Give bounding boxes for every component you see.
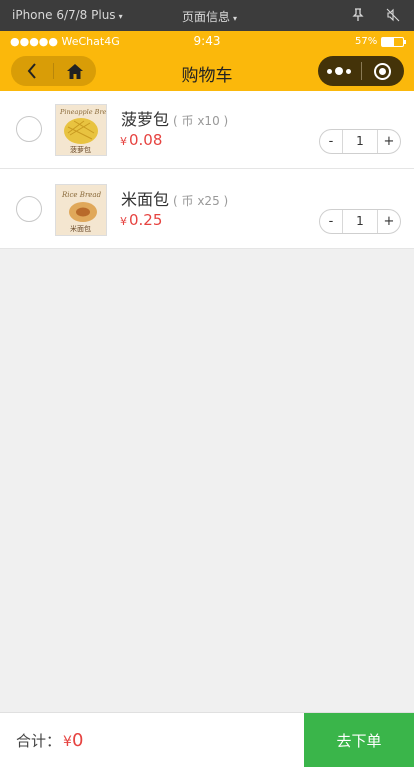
- simulator-toolbar: iPhone 6/7/8 Plus ▾ 页面信息 ▾: [0, 0, 414, 31]
- cart-list: Pineapple Bread 菠萝包 菠萝包( 币 x10 ) ¥0.08 -…: [0, 91, 414, 249]
- decrement-button[interactable]: -: [320, 210, 342, 233]
- caret-down-icon: ▾: [233, 14, 238, 23]
- product-image: Rice Bread 米面包: [55, 184, 107, 236]
- svg-text:米面包: 米面包: [70, 224, 91, 233]
- status-bar: ●●●●● WeChat4G 9:43 57%: [0, 31, 414, 51]
- currency-symbol: ¥: [120, 135, 127, 148]
- battery-fill: [382, 38, 394, 46]
- increment-button[interactable]: +: [378, 130, 400, 153]
- currency-symbol: ¥: [120, 215, 127, 228]
- total-amount: 0: [71, 730, 84, 751]
- quantity-stepper: - 1 +: [319, 129, 401, 154]
- nav-capsule-right: [318, 56, 404, 86]
- svg-text:Rice Bread: Rice Bread: [61, 191, 102, 199]
- price-value: 0.25: [129, 211, 163, 229]
- coin-note: ( 币 x25 ): [173, 194, 229, 208]
- quantity-value[interactable]: 1: [342, 130, 378, 153]
- battery-percent: 57%: [355, 36, 378, 47]
- pineapple-bread-image: Pineapple Bread 菠萝包: [56, 105, 106, 155]
- mute-icon[interactable]: [386, 8, 400, 22]
- svg-text:菠萝包: 菠萝包: [70, 145, 91, 154]
- product-name: 菠萝包: [121, 110, 170, 129]
- product-name-line: 菠萝包( 币 x10 ): [121, 106, 228, 130]
- product-name: 米面包: [121, 190, 170, 209]
- product-image: Pineapple Bread 菠萝包: [55, 104, 107, 156]
- rice-bread-image: Rice Bread 米面包: [56, 185, 106, 235]
- item-checkbox[interactable]: [16, 116, 42, 142]
- page-info-menu[interactable]: 页面信息 ▾: [182, 8, 237, 25]
- checkout-bar: 合计： ¥0 去下单: [0, 712, 414, 767]
- device-label: iPhone 6/7/8 Plus: [12, 8, 116, 22]
- currency-symbol: ¥: [63, 734, 72, 750]
- price-value: 0.08: [129, 131, 163, 149]
- cart-item: Rice Bread 米面包 米面包( 币 x25 ) ¥0.25 - 1 +: [0, 171, 414, 249]
- close-capsule-button[interactable]: [362, 56, 405, 86]
- target-icon: [374, 62, 392, 80]
- increment-button[interactable]: +: [378, 210, 400, 233]
- battery-icon: [381, 37, 406, 47]
- quantity-value[interactable]: 1: [342, 210, 378, 233]
- pin-icon[interactable]: [352, 8, 364, 22]
- product-name-line: 米面包( 币 x25 ): [121, 186, 228, 210]
- item-checkbox[interactable]: [16, 196, 42, 222]
- more-button[interactable]: [318, 56, 361, 86]
- device-selector[interactable]: iPhone 6/7/8 Plus ▾: [12, 8, 123, 22]
- coin-note: ( 币 x10 ): [173, 114, 229, 128]
- cart-item: Pineapple Bread 菠萝包 菠萝包( 币 x10 ) ¥0.08 -…: [0, 91, 414, 169]
- svg-text:Pineapple Bread: Pineapple Bread: [59, 108, 106, 116]
- product-price: ¥0.08: [120, 131, 162, 149]
- quantity-stepper: - 1 +: [319, 209, 401, 234]
- caret-down-icon: ▾: [118, 12, 123, 21]
- decrement-button[interactable]: -: [320, 130, 342, 153]
- total-label: 合计：: [16, 732, 62, 750]
- checkout-button[interactable]: 去下单: [304, 713, 414, 767]
- nav-bar: 购物车: [0, 51, 414, 91]
- product-price: ¥0.25: [120, 211, 162, 229]
- clock: 9:43: [193, 34, 221, 48]
- page-info-label: 页面信息: [182, 10, 231, 24]
- total-summary: 合计： ¥0: [16, 730, 83, 751]
- more-dots-icon: [327, 67, 352, 75]
